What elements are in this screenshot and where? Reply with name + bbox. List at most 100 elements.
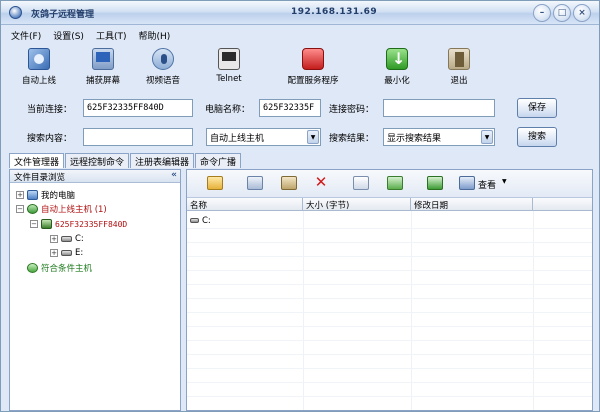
matching-hosts-icon — [27, 263, 38, 273]
download-icon[interactable] — [387, 176, 403, 190]
search-scope-value: 自动上线主机 — [210, 134, 265, 144]
drive-icon — [61, 236, 72, 242]
tree-label-matching-hosts: 符合条件主机 — [41, 264, 93, 274]
connection-password-field[interactable] — [383, 99, 495, 117]
view-button-label[interactable]: 查看 — [478, 178, 496, 191]
menu-tools[interactable]: 工具(T) — [94, 27, 129, 43]
tab-file-manager[interactable]: 文件管理器 — [9, 153, 65, 168]
exit-icon — [448, 48, 470, 70]
search-result-select[interactable]: 显示搜索结果 ▼ — [383, 128, 495, 146]
tree-item-drive-c[interactable]: + C: — [50, 232, 84, 246]
capture-screen-button[interactable]: 捕获屏幕 — [73, 45, 133, 93]
config-service-label: 配置服务程序 — [287, 76, 339, 86]
save-button[interactable]: 保存 — [517, 98, 557, 118]
menu-file[interactable]: 文件(F) — [9, 27, 43, 43]
tree-item-host[interactable]: − 625F32335FF840D — [30, 217, 127, 231]
tree-label-my-computer: 我的电脑 — [41, 191, 76, 201]
row-divider — [187, 368, 592, 369]
delete-icon[interactable]: ✕ — [313, 175, 329, 190]
close-window-button[interactable]: × — [573, 4, 591, 22]
exit-label: 退出 — [450, 76, 468, 86]
tab-registry-editor[interactable]: 注册表编辑器 — [130, 153, 195, 168]
row-divider — [187, 396, 592, 397]
search-result-value: 显示搜索结果 — [387, 134, 442, 144]
telnet-icon — [218, 48, 240, 70]
menu-settings[interactable]: 设置(S) — [51, 27, 86, 43]
expand-icon[interactable]: + — [50, 235, 58, 243]
search-button[interactable]: 搜索 — [517, 127, 557, 147]
search-content-field[interactable] — [83, 128, 193, 146]
folder-up-icon[interactable] — [207, 176, 223, 190]
collapse-icon[interactable]: − — [16, 205, 24, 213]
computer-name-field[interactable]: 625F32335F — [259, 99, 321, 117]
paste-icon[interactable] — [281, 176, 297, 190]
title-bar[interactable]: 灰鸽子远程管理 192.168.131.69 – □ × — [1, 1, 599, 25]
search-row: 搜索内容： 自动上线主机 ▼ 搜索结果： 显示搜索结果 ▼ 搜索 — [1, 127, 599, 147]
config-service-button[interactable]: 配置服务程序 — [277, 45, 349, 93]
telnet-button[interactable]: Telnet — [199, 45, 259, 93]
file-row-name: C: — [202, 215, 211, 226]
auto-online-label: 自动上线 — [21, 76, 56, 86]
current-connection-label: 当前连接： — [27, 105, 73, 115]
column-size[interactable]: 大小 (字节) — [303, 198, 411, 211]
chevron-down-icon: ▼ — [307, 130, 319, 144]
search-scope-select[interactable]: 自动上线主机 ▼ — [206, 128, 321, 146]
network-icon — [28, 48, 50, 70]
menu-bar: 文件(F) 设置(S) 工具(T) 帮助(H) — [9, 27, 172, 43]
maximize-icon: □ — [557, 8, 567, 18]
directory-tree-title: 文件目录浏览 — [14, 173, 66, 183]
minimize-icon: – — [539, 8, 545, 18]
current-connection-field[interactable]: 625F32335FF840D — [83, 99, 193, 117]
tree-label-drive-c: C: — [75, 234, 84, 244]
file-list-header: 名称 大小 (字节) 修改日期 — [187, 198, 592, 211]
menu-help[interactable]: 帮助(H) — [136, 27, 172, 43]
collapse-icon[interactable]: − — [30, 220, 38, 228]
minimize-app-button[interactable]: 最小化 — [367, 45, 427, 93]
tab-remote-command[interactable]: 远程控制命令 — [65, 153, 130, 168]
column-name[interactable]: 名称 — [187, 198, 303, 211]
screen-capture-icon — [92, 48, 114, 70]
search-content-label: 搜索内容： — [27, 134, 73, 144]
exit-button[interactable]: 退出 — [429, 45, 489, 93]
row-divider — [187, 340, 592, 341]
row-divider — [187, 270, 592, 271]
capture-screen-label: 捕获屏幕 — [85, 76, 120, 86]
tab-command-broadcast[interactable]: 命令广播 — [195, 153, 242, 168]
tree-item-my-computer[interactable]: + 我的电脑 — [16, 188, 75, 202]
telnet-label: Telnet — [216, 74, 242, 84]
minimize-window-button[interactable]: – — [533, 4, 551, 22]
row-divider — [187, 284, 592, 285]
app-icon — [9, 6, 22, 19]
directory-tree-panel: 文件目录浏览 « + 我的电脑 − 自动上线主机 (1) − 625F32335… — [9, 169, 181, 411]
minimize-app-label: 最小化 — [384, 76, 410, 86]
row-divider — [187, 298, 592, 299]
tree-item-drive-e[interactable]: + E: — [50, 246, 83, 260]
drive-icon — [190, 218, 199, 223]
row-divider — [187, 242, 592, 243]
chevron-down-icon[interactable]: ▼ — [502, 178, 507, 185]
view-icon[interactable] — [459, 176, 475, 190]
tree-label-host: 625F32335FF840D — [55, 219, 128, 229]
copy-icon[interactable] — [247, 176, 263, 190]
new-file-icon[interactable] — [353, 176, 369, 190]
row-divider — [187, 256, 592, 257]
expand-icon[interactable]: + — [50, 249, 58, 257]
close-icon: × — [578, 8, 586, 18]
directory-tree-header: 文件目录浏览 « — [10, 170, 180, 183]
chevron-down-icon: ▼ — [481, 130, 493, 144]
main-window: 灰鸽子远程管理 192.168.131.69 – □ × 文件(F) 设置(S)… — [0, 0, 600, 412]
collapse-panel-icon[interactable]: « — [171, 170, 177, 180]
tree-item-online-hosts[interactable]: − 自动上线主机 (1) — [16, 202, 107, 216]
tree-item-matching-hosts[interactable]: 符合条件主机 — [27, 261, 92, 275]
host-icon — [41, 219, 52, 229]
row-divider — [187, 354, 592, 355]
expand-icon[interactable]: + — [16, 191, 24, 199]
refresh-icon[interactable] — [427, 176, 443, 190]
auto-online-button[interactable]: 自动上线 — [9, 45, 69, 93]
row-divider — [187, 228, 592, 229]
file-row[interactable]: C: — [187, 214, 592, 227]
column-modified-date[interactable]: 修改日期 — [411, 198, 533, 211]
maximize-window-button[interactable]: □ — [553, 4, 571, 22]
computer-icon — [27, 190, 38, 200]
video-voice-button[interactable]: 视频语音 — [133, 45, 193, 93]
